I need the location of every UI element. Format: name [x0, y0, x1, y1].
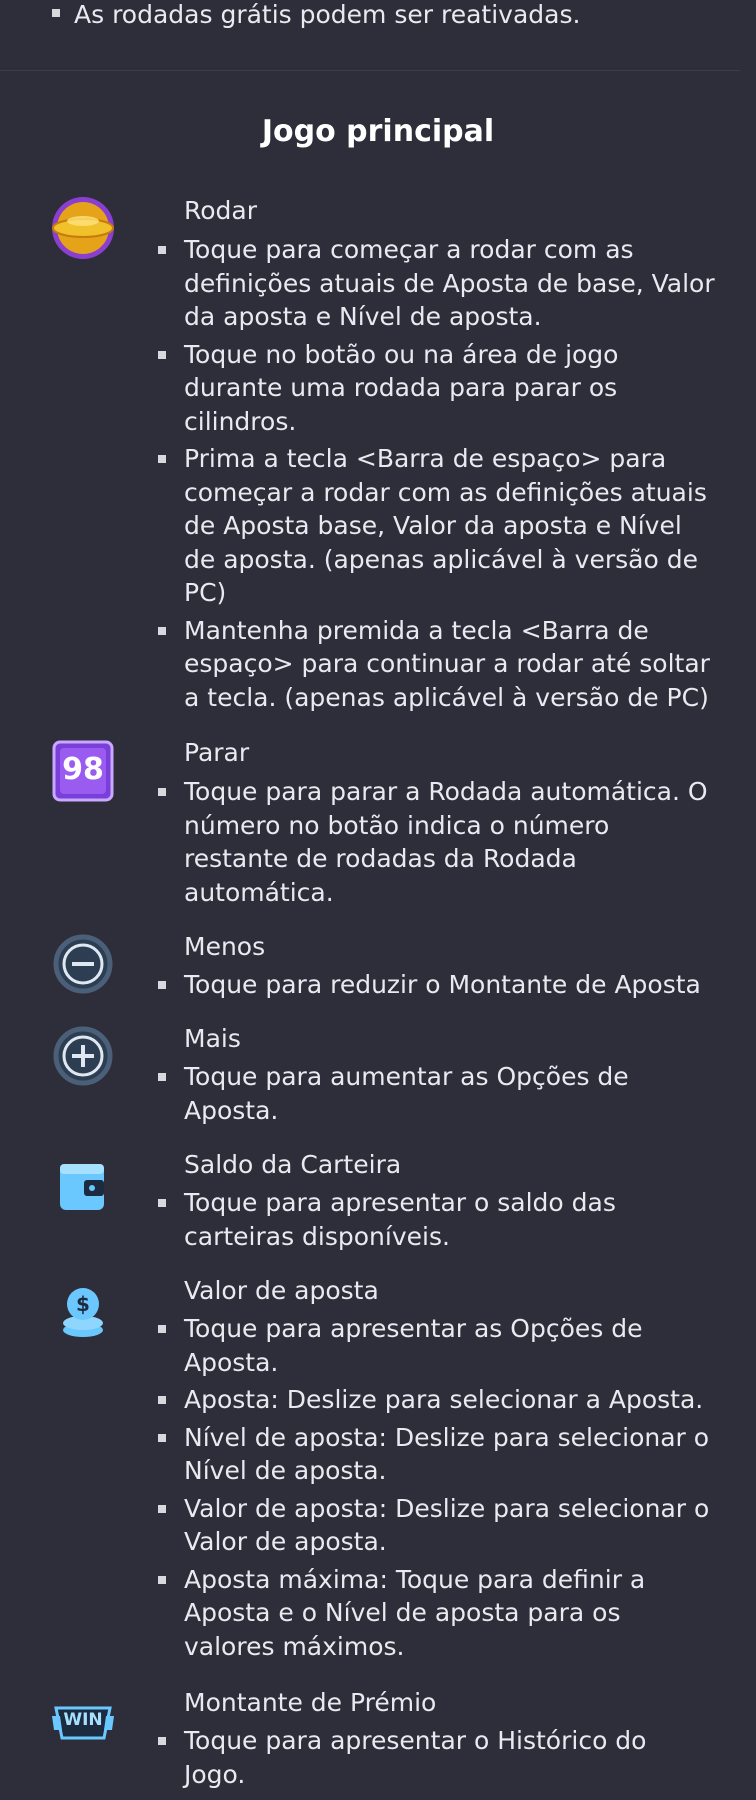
entry-list: Toque para apresentar o saldo das cartei…: [156, 1186, 716, 1257]
list-item: Valor de aposta: Deslize para selecionar…: [156, 1492, 716, 1559]
list-item: Toque no botão ou na área de jogo durant…: [156, 338, 716, 439]
entry-title: Rodar: [184, 196, 258, 225]
top-list-item: As rodadas grátis podem ser reativadas.: [52, 0, 742, 30]
entry-list: Toque para reduzir o Montante de Aposta: [156, 968, 716, 1006]
svg-text:$: $: [76, 1292, 90, 1316]
entry-list: Toque para começar a rodar com as defini…: [156, 233, 716, 718]
win-icon: WIN: [50, 1690, 116, 1756]
entry-list: Toque para apresentar as Opções de Apost…: [156, 1312, 716, 1667]
entry-title: Mais: [184, 1024, 241, 1053]
plus-icon: [50, 1025, 116, 1091]
entry-title: Parar: [184, 738, 250, 767]
list-item: Toque para apresentar o saldo das cartei…: [156, 1186, 716, 1253]
entry-list: Toque para apresentar o Histórico do Jog…: [156, 1724, 716, 1795]
list-item: Prima a tecla <Barra de espaço> para com…: [156, 442, 716, 610]
section-divider: [0, 70, 740, 71]
entry-title: Valor de aposta: [184, 1276, 379, 1305]
entry-title: Menos: [184, 932, 266, 961]
list-item: Mantenha premida a tecla <Barra de espaç…: [156, 614, 716, 715]
minus-icon: [50, 933, 116, 999]
entry-title: Montante de Prémio: [184, 1688, 437, 1717]
win-label: WIN: [63, 1710, 103, 1730]
section-title: Jogo principal: [261, 114, 495, 149]
list-item: Nível de aposta: Deslize para selecionar…: [156, 1421, 716, 1488]
bullet-square: [52, 9, 60, 17]
autospin-count: 98: [62, 752, 104, 787]
list-item: Toque para reduzir o Montante de Aposta: [156, 968, 716, 1002]
top-list-item-text: As rodadas grátis podem ser reativadas.: [74, 0, 581, 29]
entry-list: Toque para aumentar as Opções de Aposta.: [156, 1060, 716, 1131]
list-item: Toque para aumentar as Opções de Aposta.: [156, 1060, 716, 1127]
spin-icon: [50, 195, 116, 261]
entry-list: Toque para parar a Rodada automática. O …: [156, 775, 716, 913]
stop-autospin-icon: 98: [50, 738, 116, 804]
list-item: Toque para parar a Rodada automática. O …: [156, 775, 716, 909]
list-item: Aposta máxima: Toque para definir a Apos…: [156, 1563, 716, 1664]
list-item: Toque para apresentar as Opções de Apost…: [156, 1312, 716, 1379]
wallet-icon: [50, 1154, 116, 1220]
coins-icon: $: [50, 1280, 116, 1346]
entry-title: Saldo da Carteira: [184, 1150, 402, 1179]
list-item: Aposta: Deslize para selecionar a Aposta…: [156, 1383, 716, 1417]
list-item: Toque para apresentar o Histórico do Jog…: [156, 1724, 716, 1791]
list-item: Toque para começar a rodar com as defini…: [156, 233, 716, 334]
